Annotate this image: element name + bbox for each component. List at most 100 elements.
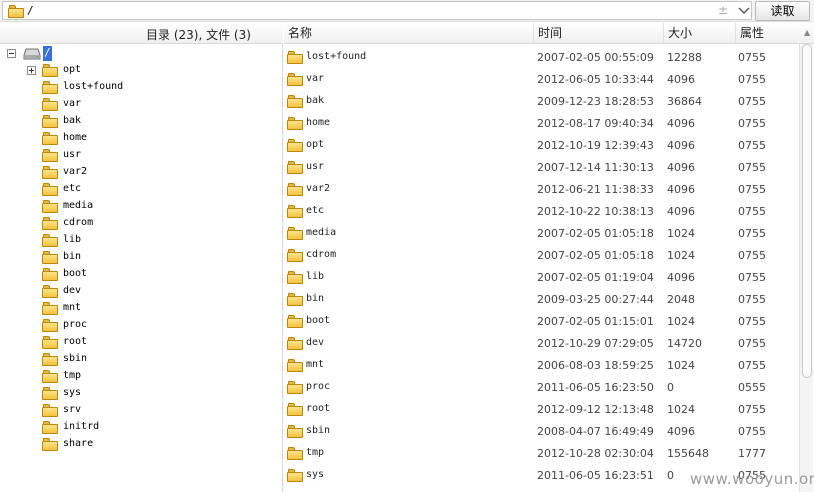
watermark: www.wooyun.org — [690, 470, 814, 488]
folder-icon — [287, 403, 303, 416]
folder-icon — [287, 227, 303, 240]
scrollbar[interactable] — [799, 44, 813, 492]
tree-item-label: lib — [63, 234, 82, 245]
file-time: 2008-04-07 16:49:49 — [537, 425, 654, 438]
file-name: lib — [306, 271, 325, 282]
tree-root-label[interactable]: / — [44, 46, 51, 59]
file-permission: 0755 — [738, 73, 766, 86]
column-size[interactable]: 大小 — [664, 23, 736, 44]
path-input[interactable]: / ± — [2, 1, 752, 20]
folder-icon — [287, 183, 303, 196]
expand-icon[interactable] — [27, 66, 36, 75]
folder-icon — [42, 234, 58, 247]
folder-icon — [42, 336, 58, 349]
column-perm[interactable]: 属性 — [736, 23, 796, 44]
file-size: 14720 — [667, 337, 702, 350]
folder-icon — [287, 293, 303, 306]
tree-item-label: bin — [63, 251, 82, 262]
file-size: 1024 — [667, 249, 695, 262]
table-row[interactable]: lib 2007-02-05 01:19:04 4096 0755 — [284, 267, 796, 289]
folder-icon — [42, 98, 58, 111]
folder-icon — [287, 117, 303, 130]
table-row[interactable]: usr 2007-12-14 11:30:13 4096 0755 — [284, 157, 796, 179]
table-row[interactable]: home 2012-08-17 09:40:34 4096 0755 — [284, 113, 796, 135]
folder-icon — [8, 5, 24, 18]
folder-icon — [287, 381, 303, 394]
table-row[interactable]: var2 2012-06-21 11:38:33 4096 0755 — [284, 179, 796, 201]
tree-item-label: boot — [63, 268, 88, 279]
table-row[interactable]: etc 2012-10-22 10:38:13 4096 0755 — [284, 201, 796, 223]
file-name: proc — [306, 381, 331, 392]
file-permission: 0755 — [738, 205, 766, 218]
column-time[interactable]: 时间 — [534, 23, 664, 44]
table-row[interactable]: sbin 2008-04-07 16:49:49 4096 0755 — [284, 421, 796, 443]
file-permission: 0755 — [738, 271, 766, 284]
file-time: 2007-12-14 11:30:13 — [537, 161, 654, 174]
file-name: bin — [306, 293, 325, 304]
table-row[interactable]: dev 2012-10-29 07:29:05 14720 0755 — [284, 333, 796, 355]
file-time: 2012-10-22 10:38:13 — [537, 205, 654, 218]
table-row[interactable]: tmp 2012-10-28 02:30:04 155648 1777 — [284, 443, 796, 465]
folder-icon — [287, 315, 303, 328]
file-time: 2012-08-17 09:40:34 — [537, 117, 654, 130]
tree-root[interactable]: / — [7, 46, 287, 62]
folder-icon — [42, 421, 58, 434]
file-size: 1024 — [667, 227, 695, 240]
tree-item-label: home — [63, 132, 88, 143]
file-name: bak — [306, 95, 325, 106]
file-name: media — [306, 227, 337, 238]
file-time: 2012-09-12 12:13:48 — [537, 403, 654, 416]
folder-icon — [287, 447, 303, 460]
folder-icon — [287, 469, 303, 482]
folder-icon — [287, 73, 303, 86]
file-permission: 0755 — [738, 95, 766, 108]
table-row[interactable]: mnt 2006-08-03 18:59:25 1024 0755 — [284, 355, 796, 377]
tree-item-label: mnt — [63, 302, 82, 313]
folder-icon — [42, 268, 58, 281]
folder-icon — [42, 404, 58, 417]
tree-item-label: root — [63, 336, 88, 347]
folder-icon — [42, 166, 58, 179]
folder-icon — [42, 183, 58, 196]
folder-icon — [42, 285, 58, 298]
file-time: 2007-02-05 01:05:18 — [537, 249, 654, 262]
tree-item-label: lost+found — [63, 81, 124, 92]
folder-icon — [287, 95, 303, 108]
file-permission: 0755 — [738, 359, 766, 372]
table-row[interactable]: cdrom 2007-02-05 01:05:18 1024 0755 — [284, 245, 796, 267]
file-permission: 0755 — [738, 337, 766, 350]
folder-icon — [42, 438, 58, 451]
tree-summary: 目录 (23), 文件 (3) — [146, 28, 251, 42]
file-size: 4096 — [667, 271, 695, 284]
chevron-down-icon[interactable] — [737, 5, 751, 17]
table-row[interactable]: opt 2012-10-19 12:39:43 4096 0755 — [284, 135, 796, 157]
table-row[interactable]: root 2012-09-12 12:13:48 1024 0755 — [284, 399, 796, 421]
folder-icon — [42, 217, 58, 230]
file-name: sbin — [306, 425, 331, 436]
folder-icon — [42, 64, 58, 77]
table-row[interactable]: proc 2011-06-05 16:23:50 0 0555 — [284, 377, 796, 399]
table-row[interactable]: var 2012-06-05 10:33:44 4096 0755 — [284, 69, 796, 91]
file-permission: 0755 — [738, 183, 766, 196]
table-row[interactable]: boot 2007-02-05 01:15:01 1024 0755 — [284, 311, 796, 333]
column-name[interactable]: 名称 — [284, 23, 534, 44]
file-size: 1024 — [667, 359, 695, 372]
table-row[interactable]: bin 2009-03-25 00:27:44 2048 0755 — [284, 289, 796, 311]
table-row[interactable]: media 2007-02-05 01:05:18 1024 0755 — [284, 223, 796, 245]
file-permission: 0755 — [738, 161, 766, 174]
table-row[interactable]: lost+found 2007-02-05 00:55:09 12288 0755 — [284, 47, 796, 69]
tree-item-label: var2 — [63, 166, 88, 177]
tree-item-label: cdrom — [63, 217, 94, 228]
table-row[interactable]: bak 2009-12-23 18:28:53 36864 0755 — [284, 91, 796, 113]
scroll-thumb[interactable] — [802, 44, 812, 378]
path-value[interactable]: / — [27, 4, 34, 17]
read-button[interactable]: 读取 — [755, 1, 810, 21]
folder-icon — [42, 81, 58, 94]
folder-icon — [287, 205, 303, 218]
clear-icon[interactable]: ± — [718, 3, 728, 17]
folder-icon — [287, 271, 303, 284]
tree-item-label: etc — [63, 183, 82, 194]
file-name: boot — [306, 315, 331, 326]
scroll-up-icon[interactable]: ▲ — [804, 28, 810, 37]
collapse-icon[interactable] — [7, 49, 16, 58]
